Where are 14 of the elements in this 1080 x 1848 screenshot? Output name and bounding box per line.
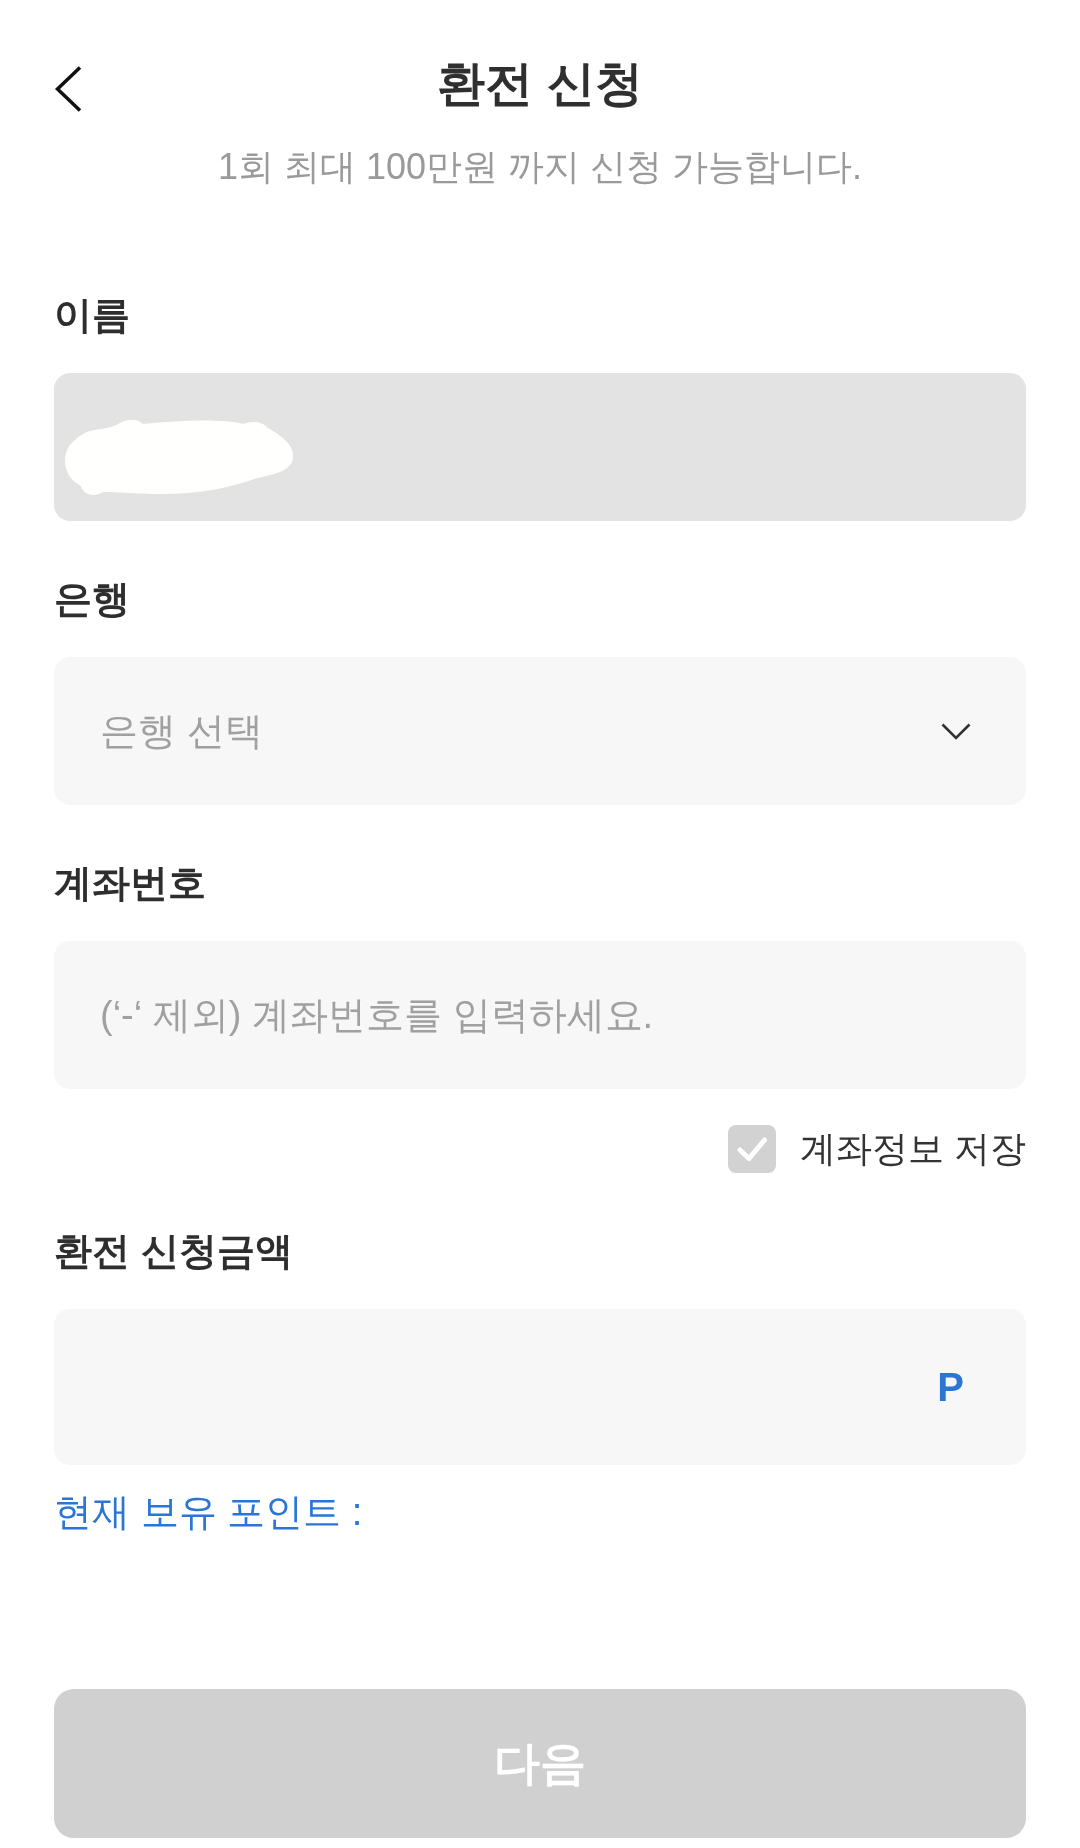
- unit-label: P: [937, 1364, 964, 1411]
- checkbox[interactable]: [728, 1125, 776, 1173]
- dropdown-field[interactable]: 은행 선택: [54, 657, 1026, 805]
- field-label: 환전 신청금액: [54, 1229, 294, 1274]
- checkbox-label: 계좌정보 저장: [800, 1127, 1026, 1171]
- chevron-down-icon: [941, 722, 971, 740]
- page-subtitle: 1회 최대 100만원 까지 신청 가능합니다.: [216, 145, 864, 189]
- field-label: 계좌번호: [54, 861, 207, 906]
- input-field[interactable]: (‘-‘ 제외) 계좌번호를 입력하세요.: [54, 941, 1026, 1089]
- back-icon[interactable]: [54, 66, 82, 112]
- field-label: 은행: [54, 577, 131, 622]
- points-balance-text: 현재 보유 포인트 :: [54, 1490, 364, 1535]
- field-label: 이름: [54, 293, 131, 338]
- page-title: 환전 신청: [437, 56, 643, 112]
